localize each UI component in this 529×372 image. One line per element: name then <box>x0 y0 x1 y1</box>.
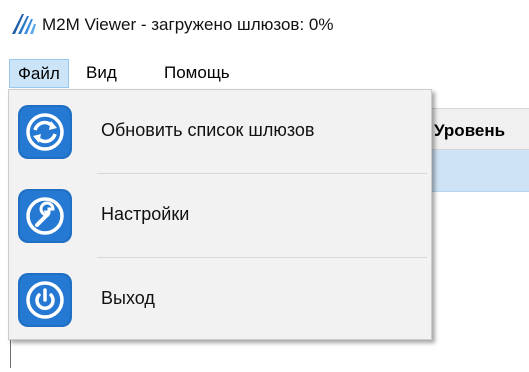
menu-view[interactable]: Вид <box>78 59 125 88</box>
table-row[interactable] <box>431 150 529 192</box>
menu-file[interactable]: Файл <box>9 59 69 88</box>
grid-border <box>10 340 11 368</box>
gateway-grid: Уровень <box>431 108 529 352</box>
menu-item-refresh-gateways[interactable]: Обновить список шлюзов <box>9 90 431 173</box>
window-title: M2M Viewer - загружено шлюзов: 0% <box>42 15 334 34</box>
title-bar: M2M Viewer - загружено шлюзов: 0% <box>0 0 529 50</box>
column-header-label: Уровень <box>434 121 506 140</box>
menu-item-exit[interactable]: Выход <box>9 258 431 341</box>
menu-item-label: Обновить список шлюзов <box>101 120 315 140</box>
refresh-icon <box>18 105 72 159</box>
m2m-logo-icon <box>12 14 36 34</box>
menu-item-label: Выход <box>101 288 155 308</box>
column-header-level[interactable]: Уровень <box>431 108 529 150</box>
menu-item-settings[interactable]: Настройки <box>9 174 431 257</box>
menu-item-label: Настройки <box>101 204 190 224</box>
menu-bar: Файл Вид Помощь <box>0 55 529 89</box>
power-icon <box>18 273 72 327</box>
menu-help[interactable]: Помощь <box>156 59 238 88</box>
wrench-icon <box>18 189 72 243</box>
file-menu-dropdown: Обновить список шлюзов Настройки Выход <box>8 89 432 340</box>
